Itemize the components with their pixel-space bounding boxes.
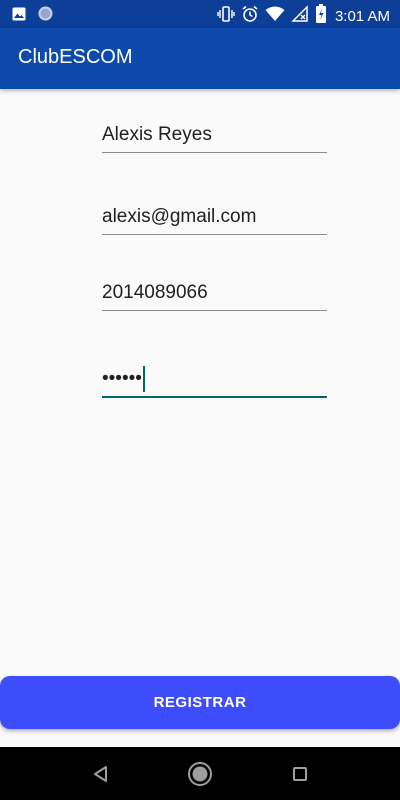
alarm-icon — [241, 5, 259, 28]
password-field[interactable] — [102, 366, 327, 398]
battery-icon — [315, 4, 327, 29]
password-input[interactable] — [102, 368, 327, 396]
vibrate-icon — [217, 5, 235, 28]
name-input[interactable] — [102, 124, 327, 152]
email-field[interactable] — [102, 206, 327, 235]
recents-icon[interactable] — [287, 761, 313, 787]
status-left — [12, 6, 53, 26]
back-icon[interactable] — [88, 761, 114, 787]
no-signal-icon — [291, 5, 309, 28]
circle-notification-icon — [38, 6, 53, 26]
status-right: 3:01 AM — [217, 4, 390, 29]
text-cursor — [143, 366, 145, 392]
app-bar: ClubESCOM — [0, 28, 400, 89]
register-button[interactable]: REGISTRAR — [0, 676, 400, 729]
home-icon[interactable] — [187, 761, 213, 787]
image-notification-icon — [12, 7, 26, 26]
status-time: 3:01 AM — [334, 8, 390, 25]
wifi-icon — [265, 5, 285, 28]
name-field[interactable] — [102, 124, 327, 153]
phone-input[interactable] — [102, 282, 327, 310]
app-title: ClubESCOM — [18, 46, 133, 68]
email-input[interactable] — [102, 206, 327, 234]
status-bar: 3:01 AM — [0, 0, 400, 28]
phone-field[interactable] — [102, 282, 327, 311]
nav-bar — [0, 747, 400, 800]
